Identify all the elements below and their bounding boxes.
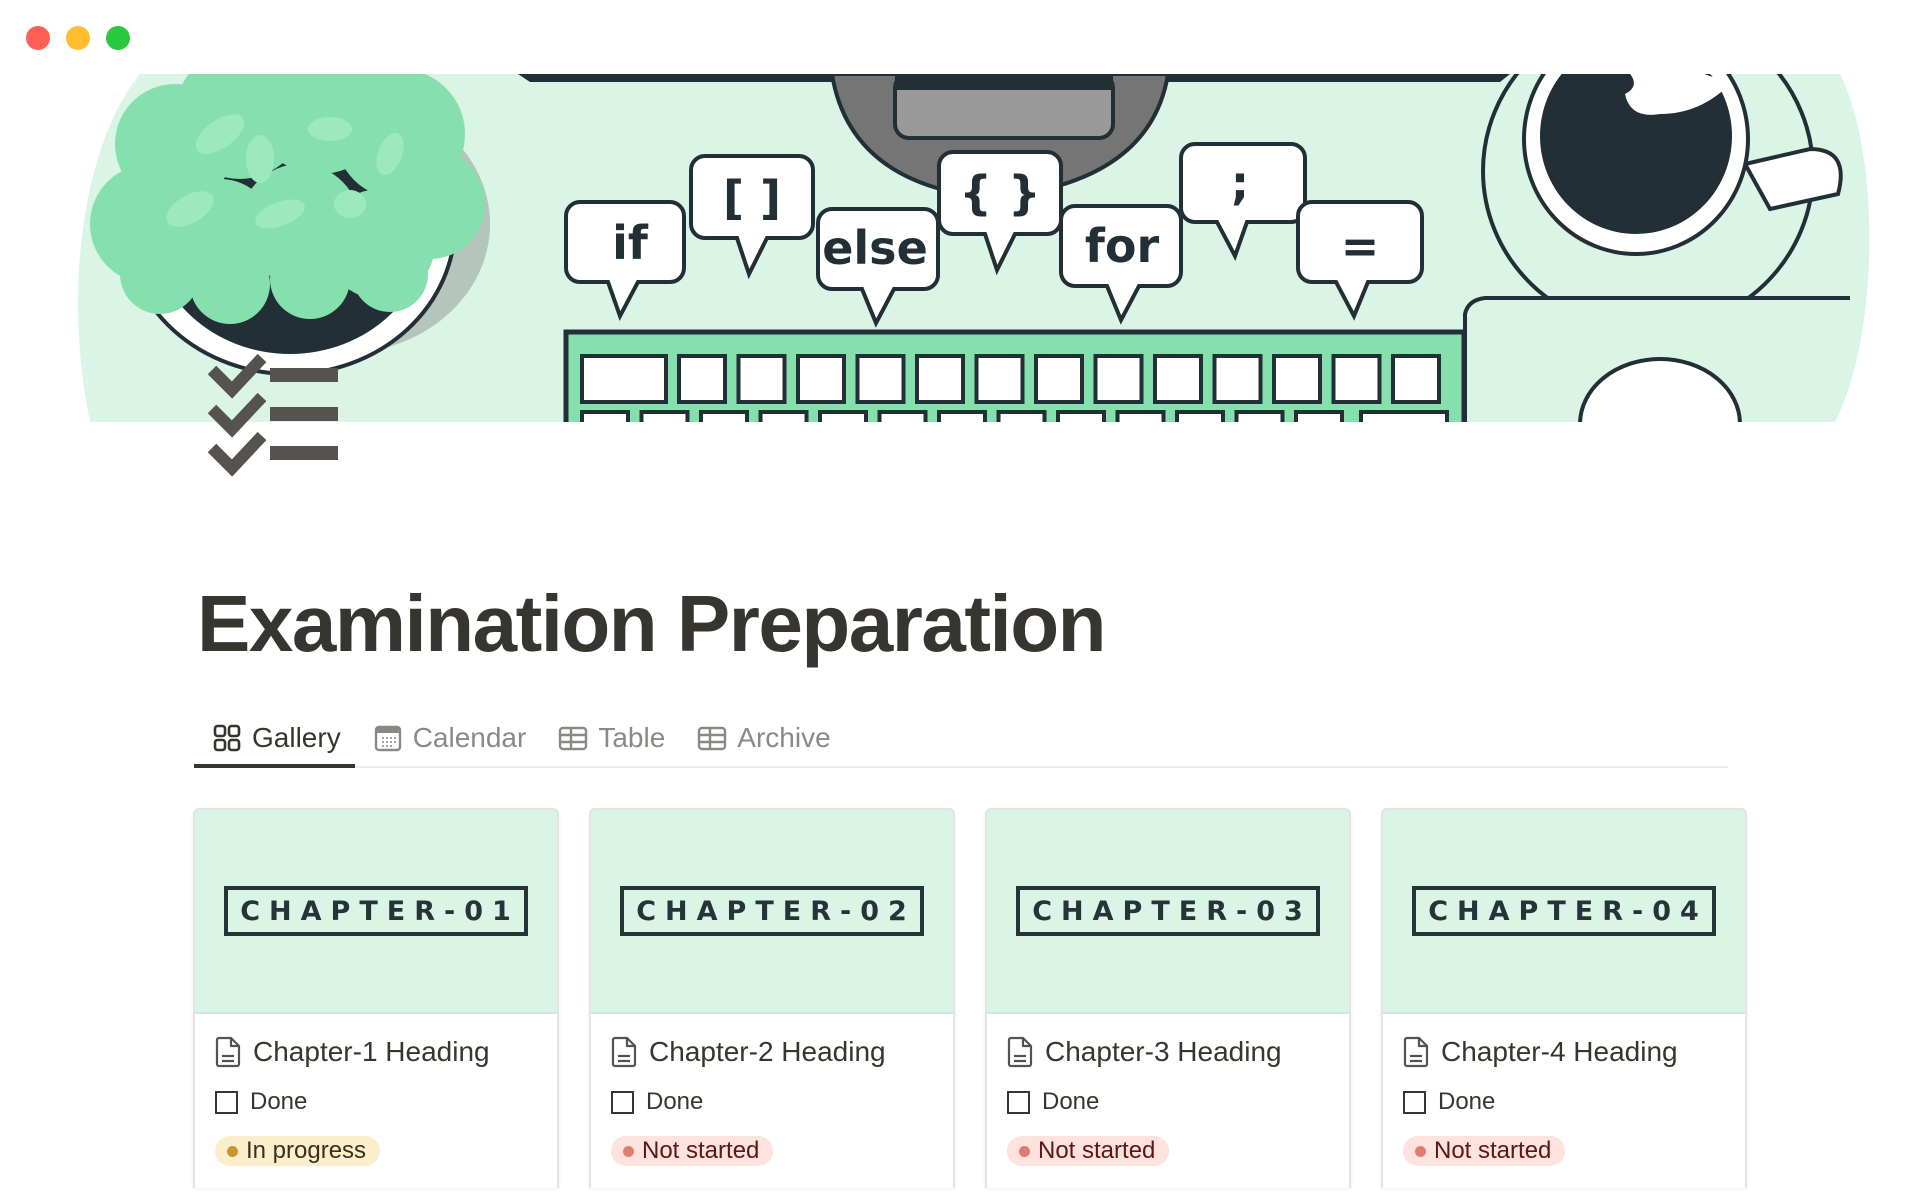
keyboard-key xyxy=(677,354,727,404)
keyboard-key xyxy=(1175,410,1225,422)
cover-label: CHAPTER-04 xyxy=(1412,885,1716,937)
keyboard-key xyxy=(915,354,965,404)
plant-leaves xyxy=(90,74,485,324)
status-dot xyxy=(227,1145,238,1157)
keyboard-key xyxy=(996,410,1047,422)
card-cover: CHAPTER-04 xyxy=(1383,810,1745,1014)
done-checkbox[interactable] xyxy=(1007,1090,1030,1114)
keyboard-key xyxy=(1294,410,1344,422)
card-title[interactable]: Chapter-2 Heading xyxy=(649,1036,886,1068)
cover-label: CHAPTER-02 xyxy=(620,885,924,937)
tab-label: Gallery xyxy=(252,722,341,753)
bubble-text: [ ] xyxy=(723,171,781,225)
keyboard-key xyxy=(796,354,846,404)
minimize-window-button[interactable] xyxy=(66,26,90,50)
keyboard-key xyxy=(855,354,906,404)
checkbox-label: Done xyxy=(1438,1088,1496,1115)
keyboard-key xyxy=(877,410,928,422)
keyboard xyxy=(563,329,1467,422)
status-label: In progress xyxy=(246,1137,367,1164)
close-window-button[interactable] xyxy=(26,26,50,50)
status-badge: In progress xyxy=(215,1136,381,1166)
tab-label: Archive xyxy=(737,722,831,753)
cover-label: CHAPTER-03 xyxy=(1016,885,1320,937)
keyboard-key xyxy=(1034,354,1084,404)
tab-gallery[interactable]: Gallery xyxy=(194,712,355,768)
status-dot xyxy=(1019,1145,1030,1157)
status-label: Not started xyxy=(1434,1137,1552,1164)
keyboard-key xyxy=(1359,410,1449,422)
bubble-text: for xyxy=(1085,219,1160,273)
gallery-icon xyxy=(213,724,241,752)
done-checkbox[interactable] xyxy=(611,1090,634,1114)
gallery-view: CHAPTER-01 Chapter-1 Heading Done In pro… xyxy=(193,808,1747,1188)
bubble-text: { } xyxy=(959,166,1041,220)
tab-calendar[interactable]: Calendar xyxy=(355,712,541,764)
view-tabs: Gallery Calendar Table Archive xyxy=(194,712,1728,768)
window-controls xyxy=(26,26,130,50)
status-dot xyxy=(1415,1145,1426,1157)
card-title[interactable]: Chapter-4 Heading xyxy=(1441,1036,1678,1068)
page-icon xyxy=(1403,1036,1429,1068)
keyboard-key xyxy=(974,354,1025,404)
tab-label: Calendar xyxy=(412,722,527,753)
calendar-icon xyxy=(374,725,401,752)
card-cover: CHAPTER-02 xyxy=(591,810,953,1014)
table-icon xyxy=(698,726,727,751)
cover-label: CHAPTER-01 xyxy=(224,885,528,937)
keyboard-key xyxy=(1331,354,1382,404)
status-badge: Not started xyxy=(1403,1136,1566,1166)
gallery-card[interactable]: CHAPTER-04 Chapter-4 Heading Done Not st… xyxy=(1381,808,1747,1188)
keyboard-key xyxy=(1115,410,1166,422)
keyboard-key xyxy=(818,410,868,422)
card-title[interactable]: Chapter-1 Heading xyxy=(253,1036,490,1068)
page-icon xyxy=(215,1036,241,1068)
keyboard-key xyxy=(1212,354,1263,404)
keyboard-key xyxy=(937,410,987,422)
done-checkbox[interactable] xyxy=(215,1090,238,1114)
keyboard-key xyxy=(639,410,690,422)
done-checkbox[interactable] xyxy=(1403,1090,1426,1114)
gallery-card[interactable]: CHAPTER-01 Chapter-1 Heading Done In pro… xyxy=(193,808,559,1188)
zoom-window-button[interactable] xyxy=(106,26,130,50)
tab-table[interactable]: Table xyxy=(540,712,679,764)
table-icon xyxy=(559,726,588,751)
status-badge: Not started xyxy=(1007,1136,1170,1166)
keyboard-key xyxy=(758,410,809,422)
gallery-card[interactable]: CHAPTER-02 Chapter-2 Heading Done Not st… xyxy=(589,808,955,1188)
checklist-icon[interactable] xyxy=(206,352,338,478)
bubble-text: else xyxy=(822,221,928,275)
bubble-text: if xyxy=(612,216,649,270)
keyboard-key xyxy=(1272,354,1322,404)
bubble-text: = xyxy=(1341,219,1380,273)
keyboard-key xyxy=(736,354,787,404)
keyboard-key xyxy=(699,410,749,422)
tab-label: Table xyxy=(598,722,666,753)
keyboard-key xyxy=(1234,410,1285,422)
page-icon xyxy=(1007,1036,1033,1068)
checkbox-label: Done xyxy=(250,1088,308,1115)
keyboard-key xyxy=(580,354,668,404)
bubble-text: ; xyxy=(1231,156,1249,210)
checkbox-label: Done xyxy=(646,1088,704,1115)
gallery-card[interactable]: CHAPTER-03 Chapter-3 Heading Done Not st… xyxy=(985,808,1351,1188)
status-badge: Not started xyxy=(611,1136,774,1166)
keyboard-key xyxy=(1056,410,1106,422)
checkbox-label: Done xyxy=(1042,1088,1100,1115)
status-dot xyxy=(623,1145,634,1157)
card-cover: CHAPTER-01 xyxy=(195,810,557,1014)
keyboard-key xyxy=(1093,354,1144,404)
card-title[interactable]: Chapter-3 Heading xyxy=(1045,1036,1282,1068)
status-label: Not started xyxy=(1038,1137,1156,1164)
keyboard-key xyxy=(1391,354,1441,404)
keyboard-key xyxy=(580,410,630,422)
card-cover: CHAPTER-03 xyxy=(987,810,1349,1014)
tab-archive[interactable]: Archive xyxy=(679,712,844,764)
status-label: Not started xyxy=(642,1137,760,1164)
page-title: Examination Preparation xyxy=(197,579,1106,668)
page-icon xyxy=(611,1036,637,1068)
keyboard-key xyxy=(1153,354,1203,404)
